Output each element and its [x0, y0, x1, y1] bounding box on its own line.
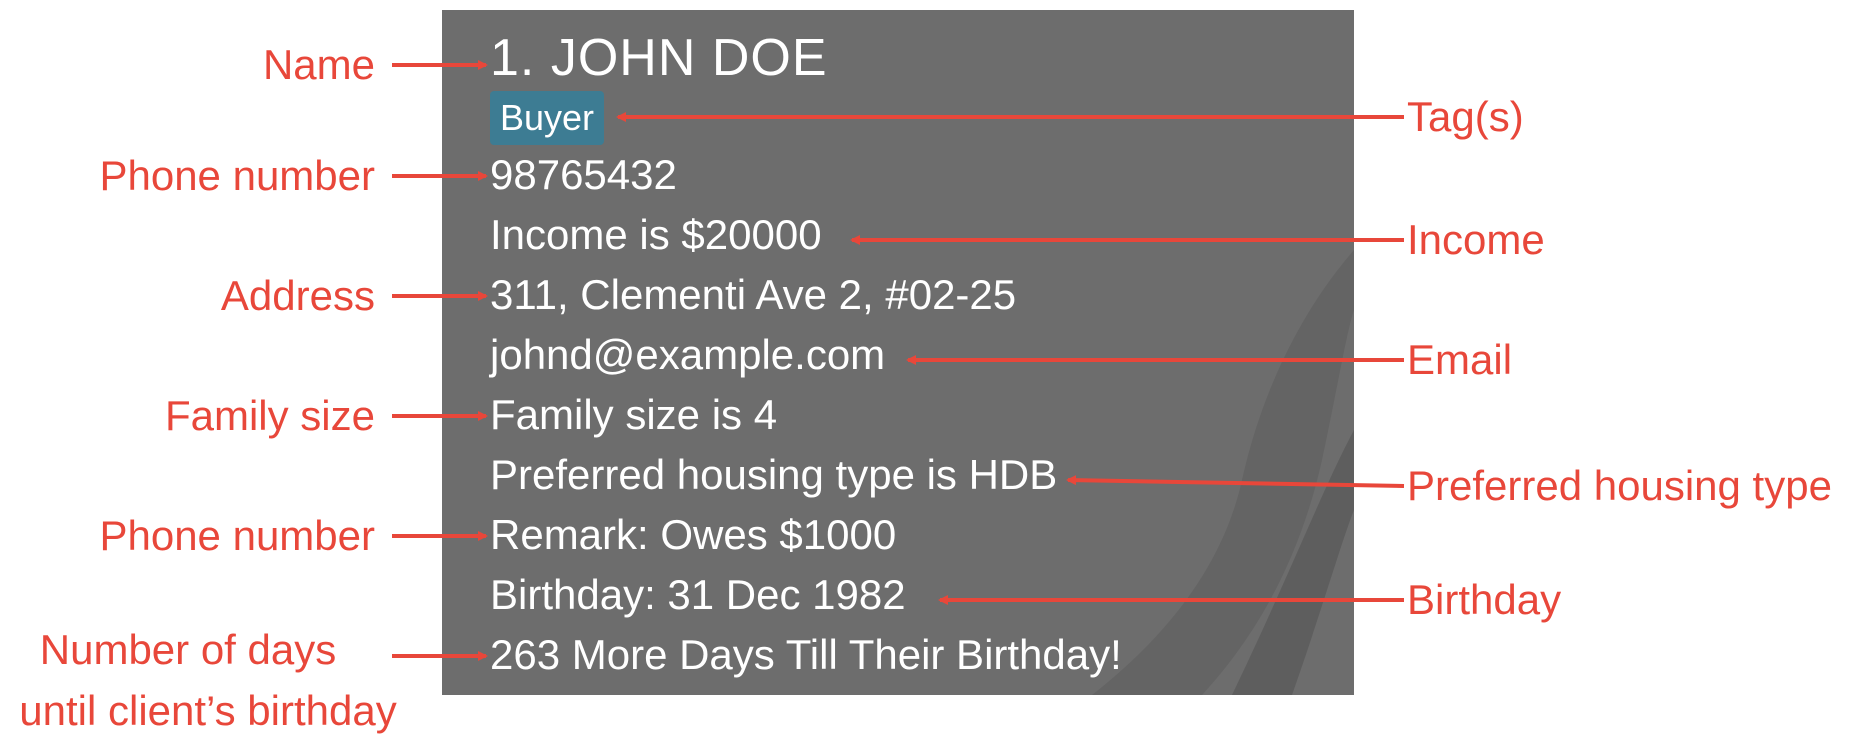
- arrow-housing: [1066, 475, 1405, 488]
- annotated-contact-card-diagram: 1. JOHN DOE Buyer 98765432 Income is $20…: [0, 0, 1860, 747]
- label-tags: Tag(s): [1407, 93, 1524, 140]
- label-preferred-housing-type: Preferred housing type: [1407, 462, 1832, 509]
- label-birthday: Birthday: [1407, 576, 1562, 623]
- label-income: Income: [1407, 216, 1545, 263]
- label-phone-number: Phone number: [99, 152, 375, 199]
- label-address: Address: [220, 272, 375, 319]
- label-email: Email: [1407, 336, 1513, 383]
- label-remark: Phone number: [99, 512, 375, 559]
- label-days-until-line1: Number of days: [39, 626, 337, 673]
- label-days-until-line2: until client’s birthday: [19, 687, 397, 734]
- label-family-size: Family size: [164, 392, 375, 439]
- label-name: Name: [262, 41, 375, 88]
